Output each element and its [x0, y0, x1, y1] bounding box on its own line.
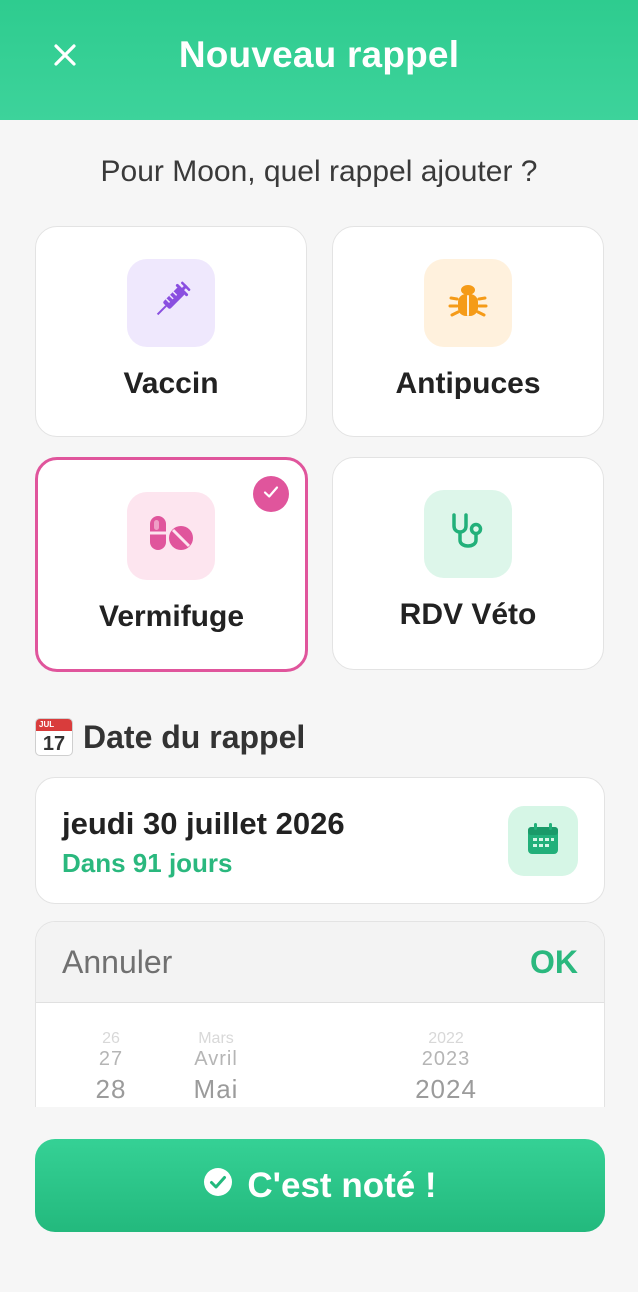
reminder-card-label: Vaccin [123, 367, 219, 400]
vermifuge-icon-tile [127, 492, 215, 580]
check-icon [262, 483, 280, 506]
year-wheel[interactable]: 2022 2023 2024 [396, 1032, 496, 1106]
date-section-title: Date du rappel [83, 718, 306, 755]
month-wheel[interactable]: Mars Avril Mai [171, 1032, 261, 1106]
antipuces-icon-tile [424, 259, 512, 347]
date-section-heading: JUL 17 Date du rappel [35, 718, 305, 756]
day-wheel[interactable]: 26 27 28 [76, 1032, 146, 1106]
vaccin-icon-tile [127, 259, 215, 347]
calendar-icon [525, 821, 561, 862]
pills-icon [147, 512, 195, 561]
reminder-card-rdv-veto[interactable]: RDV Véto [332, 457, 604, 670]
cancel-button[interactable]: Annuler [62, 944, 172, 981]
date-picker[interactable]: Annuler OK 26 27 28 Mars Avril Mai 2022 … [35, 921, 605, 1107]
reminder-card-antipuces[interactable]: Antipuces [332, 226, 604, 437]
open-calendar-button[interactable] [508, 806, 578, 876]
stethoscope-icon [446, 510, 490, 559]
rdv-veto-icon-tile [424, 490, 512, 578]
reminder-card-label: Vermifuge [98, 600, 245, 633]
submit-label: C'est noté ! [247, 1165, 437, 1205]
bug-icon [446, 279, 490, 328]
selected-date: jeudi 30 juillet 2026 [62, 806, 345, 841]
reminder-card-label: RDV Véto [399, 598, 537, 631]
page-title: Nouveau rappel [178, 34, 460, 75]
date-picker-toolbar: Annuler OK [36, 922, 604, 1003]
relative-date: Dans 91 jours [62, 848, 233, 878]
ok-button[interactable]: OK [530, 944, 578, 981]
header-bar: Nouveau rappel [0, 0, 638, 120]
reminder-card-vaccin[interactable]: Vaccin [35, 226, 307, 437]
reminder-card-label: Antipuces [395, 367, 541, 400]
reminder-card-vermifuge[interactable]: Vermifuge [35, 457, 308, 672]
syringe-icon [149, 279, 193, 328]
selected-check-badge [253, 476, 289, 512]
submit-button[interactable]: C'est noté ! [35, 1139, 605, 1232]
calendar-emoji-icon: JUL 17 [35, 718, 73, 756]
question-text: Pour Moon, quel rappel ajouter ? [100, 155, 538, 188]
date-display-card[interactable]: jeudi 30 juillet 2026 Dans 91 jours [35, 777, 605, 904]
check-circle-icon [203, 1166, 233, 1206]
